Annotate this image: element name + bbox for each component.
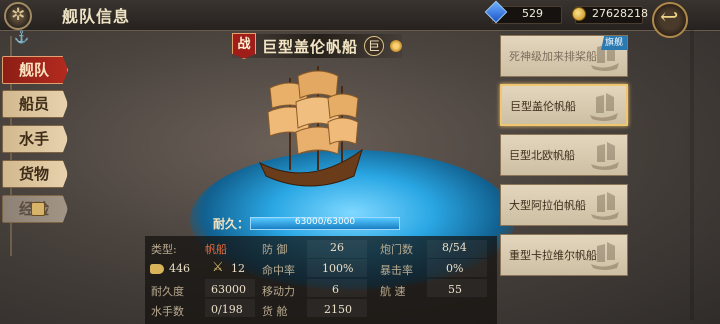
fleet-card[interactable]: 重型卡拉维尔帆船 — [500, 234, 628, 276]
stat-defense: 防 御 26 — [262, 241, 344, 256]
war-badge: 战 — [232, 33, 256, 59]
ship-name: 巨型盖伦帆船 — [262, 38, 359, 56]
fleet-card[interactable]: 大型阿拉伯帆船 — [500, 184, 628, 226]
fleet-card-label: 巨型盖伦帆船 — [510, 100, 576, 113]
coin-icon — [572, 7, 586, 21]
ship-silhouette-icon — [591, 192, 619, 220]
flagship-tag: 旗舰 — [600, 36, 627, 50]
gem-value: 529 — [522, 7, 543, 20]
fleet-card[interactable]: 巨型北欧帆船 — [500, 134, 628, 176]
ship-wheel-icon[interactable] — [4, 2, 32, 30]
durability-bar: 63000/63000 — [250, 217, 400, 230]
size-badge: 巨 — [364, 36, 384, 56]
stat-hit-rate: 命中率 100% — [262, 262, 354, 277]
tab-crew[interactable]: 船员 — [2, 90, 68, 118]
tab-cargo[interactable]: 货物 — [2, 160, 68, 188]
fleet-scrollbar[interactable] — [690, 30, 694, 320]
ship-silhouette-icon — [591, 142, 619, 170]
fleet-card-label: 大型阿拉伯帆船 — [509, 199, 586, 212]
fleet-card-label: 死神级加来排桨船 — [509, 50, 597, 63]
stat-cargo: 货 舱 2150 — [262, 303, 352, 318]
durability-text: 63000/63000 — [294, 217, 356, 227]
fleet-card-label: 巨型北欧帆船 — [509, 149, 575, 162]
stat-durability: 耐久度 63000 — [151, 283, 246, 298]
stat-crit-rate: 暴击率 0% — [380, 262, 464, 277]
anchor-icon: ⚓ — [14, 30, 29, 44]
lock-icon — [31, 202, 45, 216]
cannon-icon — [150, 264, 164, 274]
stat-type: 类型: 帆船 — [151, 243, 227, 256]
back-button[interactable] — [652, 2, 688, 38]
stat-type-value: 帆船 — [205, 243, 227, 256]
fleet-card[interactable]: 巨型盖伦帆船 — [500, 84, 628, 126]
coin-value: 27628218 — [592, 7, 648, 20]
page-title: 舰队信息 — [62, 7, 131, 26]
fleet-card-label: 重型卡拉维尔帆船 — [509, 249, 597, 262]
stat-gun-ports: 炮门数 8/54 — [380, 241, 467, 256]
swap-icon[interactable] — [390, 40, 402, 52]
ship-silhouette-icon — [590, 93, 618, 121]
crossed-swords-icon: ⚔ — [212, 260, 224, 275]
stat-sailors: 水手数 0/198 — [151, 303, 243, 318]
stat-move: 移动力 6 — [262, 283, 339, 298]
galleon-ship-illustration[interactable] — [250, 58, 370, 198]
tab-sailors[interactable]: 水手 — [2, 125, 68, 153]
tab-experience[interactable]: 经验 — [2, 195, 68, 223]
stat-speed: 航 速 55 — [380, 283, 462, 298]
tab-fleet[interactable]: 舰队 — [2, 56, 68, 84]
fleet-card[interactable]: 死神级加来排桨船 旗舰 — [500, 35, 628, 77]
durability-label: 耐久： — [213, 217, 250, 231]
